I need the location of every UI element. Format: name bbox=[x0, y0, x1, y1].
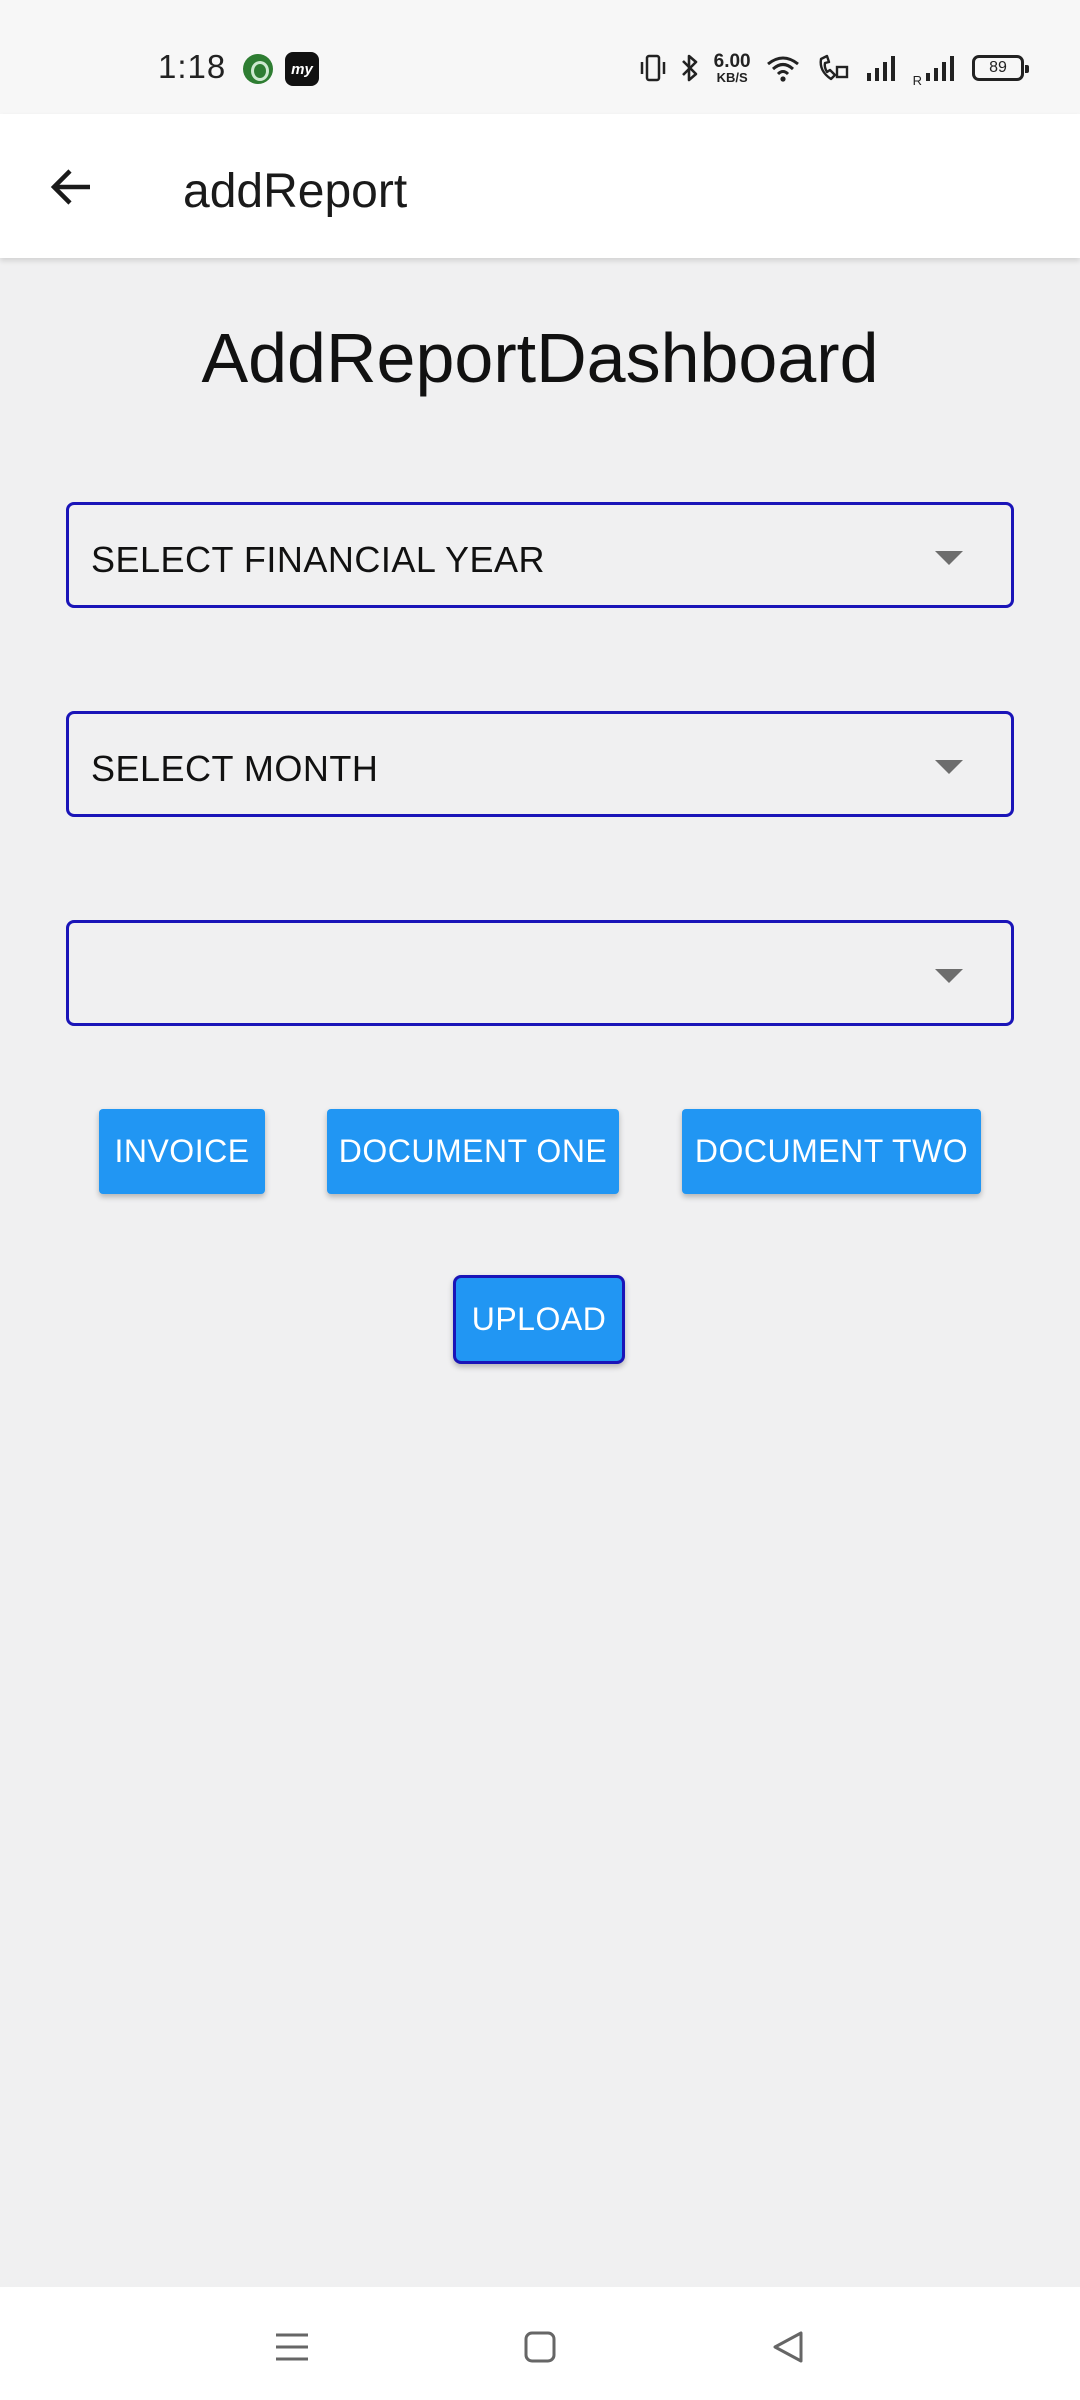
document-one-button[interactable]: DOCUMENT ONE bbox=[327, 1109, 619, 1194]
my-app-notification-icon: my bbox=[285, 52, 319, 86]
network-speed: 6.00 KB/S bbox=[713, 51, 751, 85]
bluetooth-icon bbox=[681, 54, 697, 82]
document-two-button[interactable]: DOCUMENT TWO bbox=[682, 1109, 981, 1194]
wifi-icon bbox=[766, 56, 799, 82]
page-heading: AddReportDashboard bbox=[201, 319, 879, 397]
nav-recents-button[interactable] bbox=[262, 2317, 322, 2377]
document-type-select[interactable] bbox=[66, 920, 1014, 1026]
nav-home-button[interactable] bbox=[510, 2317, 570, 2377]
app-title: addReport bbox=[183, 165, 408, 218]
triangle-back-icon bbox=[773, 2331, 803, 2363]
battery-icon: 89 bbox=[972, 55, 1029, 81]
square-home-icon bbox=[524, 2331, 556, 2363]
back-button[interactable] bbox=[40, 156, 102, 218]
system-nav-bar bbox=[0, 2287, 1080, 2400]
signal-strength-icon bbox=[866, 56, 895, 81]
arrow-left-icon bbox=[50, 169, 90, 205]
status-icons: 6.00 KB/S R 89 bbox=[640, 48, 1029, 88]
app-bar: addReport bbox=[0, 114, 1080, 258]
dropdown-caret-icon bbox=[935, 760, 963, 774]
financial-year-select-value: SELECT FINANCIAL YEAR bbox=[91, 539, 545, 580]
vibrate-icon bbox=[640, 54, 665, 82]
app-notification-icon bbox=[243, 54, 273, 84]
upload-button[interactable]: UPLOAD bbox=[453, 1275, 625, 1364]
status-bar: 1:18 my 6.00 KB/S R 89 bbox=[0, 0, 1080, 114]
wifi-calling-icon bbox=[819, 54, 848, 81]
signal-strength-2-icon bbox=[926, 56, 954, 81]
menu-icon bbox=[276, 2333, 308, 2361]
dropdown-caret-icon bbox=[935, 551, 963, 565]
nav-back-button[interactable] bbox=[758, 2317, 818, 2377]
month-select[interactable]: SELECT MONTH bbox=[66, 711, 1014, 817]
invoice-button[interactable]: INVOICE bbox=[99, 1109, 265, 1194]
dropdown-caret-icon bbox=[935, 969, 963, 983]
status-time: 1:18 bbox=[158, 48, 227, 85]
roaming-label: R bbox=[912, 73, 922, 88]
month-select-value: SELECT MONTH bbox=[91, 748, 379, 789]
financial-year-select[interactable]: SELECT FINANCIAL YEAR bbox=[66, 502, 1014, 608]
